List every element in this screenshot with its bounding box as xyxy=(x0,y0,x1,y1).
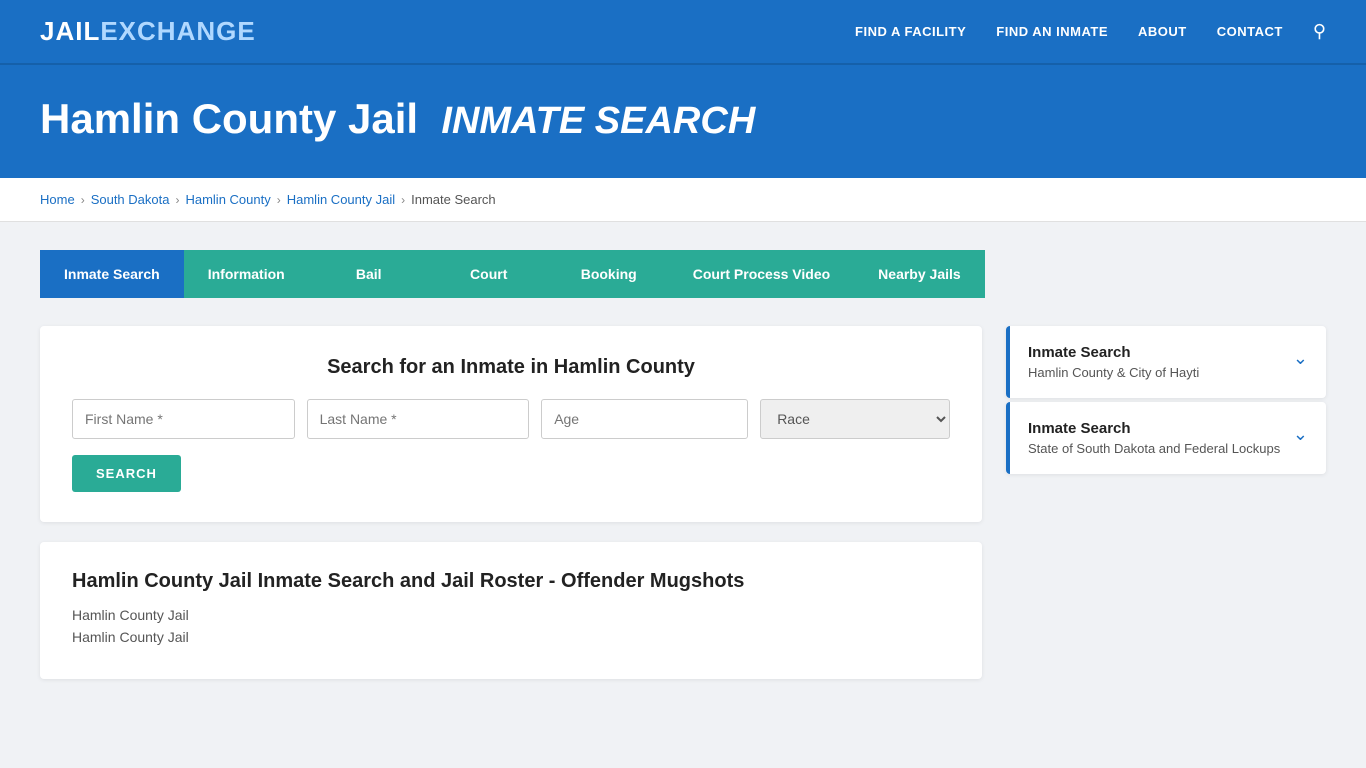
tab-bail[interactable]: Bail xyxy=(309,250,429,298)
tab-court[interactable]: Court xyxy=(429,250,549,298)
sep-1: › xyxy=(81,193,85,207)
logo-jail: JAIL xyxy=(40,16,100,46)
logo[interactable]: JAILEXCHANGE xyxy=(40,16,256,47)
breadcrumb-hamlin-county-jail[interactable]: Hamlin County Jail xyxy=(287,192,395,207)
search-icon[interactable]: ⚲ xyxy=(1313,21,1326,42)
sidebar-card-2-content: Inmate Search State of South Dakota and … xyxy=(1028,420,1280,456)
tab-nearby-jails[interactable]: Nearby Jails xyxy=(854,250,985,298)
sidebar-card-1: Inmate Search Hamlin County & City of Ha… xyxy=(1006,326,1326,398)
nav-about[interactable]: ABOUT xyxy=(1138,24,1187,39)
sidebar-card-2-subtitle: State of South Dakota and Federal Lockup… xyxy=(1028,441,1280,456)
breadcrumb: Home › South Dakota › Hamlin County › Ha… xyxy=(40,192,1326,207)
search-title: Search for an Inmate in Hamlin County xyxy=(72,356,950,379)
sep-3: › xyxy=(277,193,281,207)
main-content: Search for an Inmate in Hamlin County Ra… xyxy=(0,298,1366,707)
tab-information[interactable]: Information xyxy=(184,250,309,298)
sidebar-card-1-header[interactable]: Inmate Search Hamlin County & City of Ha… xyxy=(1006,326,1326,398)
breadcrumb-home[interactable]: Home xyxy=(40,192,75,207)
hero-title-main: Hamlin County Jail xyxy=(40,95,418,142)
race-select[interactable]: Race White Black Hispanic Asian Native A… xyxy=(760,399,950,439)
breadcrumb-bar: Home › South Dakota › Hamlin County › Ha… xyxy=(0,178,1366,222)
info-line1: Hamlin County Jail xyxy=(72,607,950,623)
chevron-down-icon-1: ⌄ xyxy=(1293,348,1308,369)
age-input[interactable] xyxy=(541,399,748,439)
search-card: Search for an Inmate in Hamlin County Ra… xyxy=(40,326,982,522)
page-title: Hamlin County Jail INMATE SEARCH xyxy=(40,95,1326,143)
sidebar-card-1-subtitle: Hamlin County & City of Hayti xyxy=(1028,365,1199,380)
tab-inmate-search[interactable]: Inmate Search xyxy=(40,250,184,298)
sidebar-card-1-title: Inmate Search xyxy=(1028,344,1199,361)
main-nav: FIND A FACILITY FIND AN INMATE ABOUT CON… xyxy=(855,21,1326,42)
info-card: Hamlin County Jail Inmate Search and Jai… xyxy=(40,542,982,679)
nav-find-inmate[interactable]: FIND AN INMATE xyxy=(996,24,1108,39)
tab-booking[interactable]: Booking xyxy=(549,250,669,298)
tab-court-process-video[interactable]: Court Process Video xyxy=(669,250,854,298)
search-button[interactable]: SEARCH xyxy=(72,455,181,492)
info-title: Hamlin County Jail Inmate Search and Jai… xyxy=(72,570,950,593)
first-name-input[interactable] xyxy=(72,399,295,439)
logo-exchange: EXCHANGE xyxy=(100,16,255,46)
breadcrumb-hamlin-county[interactable]: Hamlin County xyxy=(185,192,270,207)
info-line2: Hamlin County Jail xyxy=(72,629,950,645)
search-fields: Race White Black Hispanic Asian Native A… xyxy=(72,399,950,439)
tabs-bar: Inmate Search Information Bail Court Boo… xyxy=(40,250,1326,298)
right-column: Inmate Search Hamlin County & City of Ha… xyxy=(1006,326,1326,679)
hero-section: Hamlin County Jail INMATE SEARCH xyxy=(0,65,1366,178)
sidebar-card-2-title: Inmate Search xyxy=(1028,420,1280,437)
last-name-input[interactable] xyxy=(307,399,530,439)
sep-4: › xyxy=(401,193,405,207)
left-column: Search for an Inmate in Hamlin County Ra… xyxy=(40,326,982,679)
breadcrumb-south-dakota[interactable]: South Dakota xyxy=(91,192,170,207)
sidebar-card-1-content: Inmate Search Hamlin County & City of Ha… xyxy=(1028,344,1199,380)
sidebar-card-2-header[interactable]: Inmate Search State of South Dakota and … xyxy=(1006,402,1326,474)
breadcrumb-current: Inmate Search xyxy=(411,192,496,207)
hero-title-italic: INMATE SEARCH xyxy=(441,100,755,142)
tabs-section: Inmate Search Information Bail Court Boo… xyxy=(0,222,1366,298)
nav-contact[interactable]: CONTACT xyxy=(1217,24,1283,39)
chevron-down-icon-2: ⌄ xyxy=(1293,424,1308,445)
sidebar-card-2: Inmate Search State of South Dakota and … xyxy=(1006,402,1326,474)
sep-2: › xyxy=(175,193,179,207)
header: JAILEXCHANGE FIND A FACILITY FIND AN INM… xyxy=(0,0,1366,65)
nav-find-facility[interactable]: FIND A FACILITY xyxy=(855,24,966,39)
